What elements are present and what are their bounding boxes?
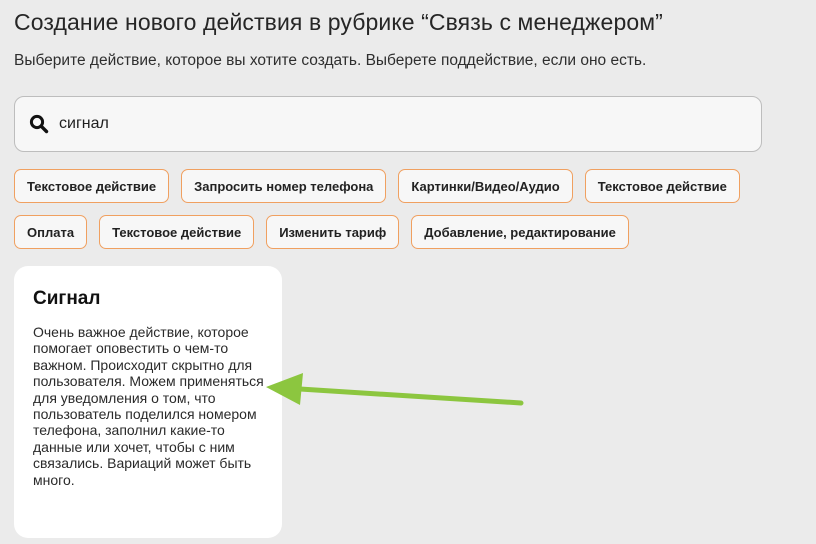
pointer-arrow-icon bbox=[266, 373, 524, 406]
